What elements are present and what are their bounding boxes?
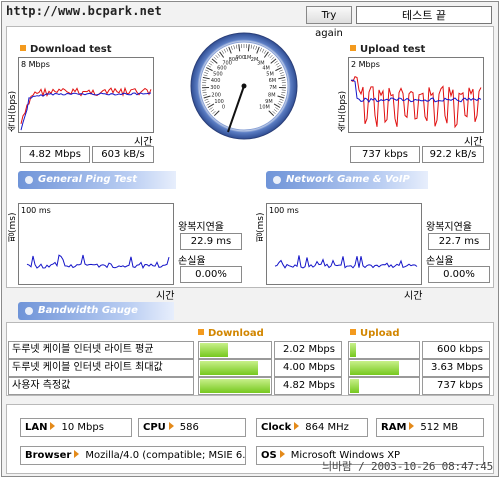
download-value: 4.00 Mbps bbox=[274, 359, 342, 377]
upload-bar bbox=[348, 341, 420, 359]
download-blue-line bbox=[20, 92, 152, 131]
gauge-tick-label: 8M bbox=[268, 92, 276, 98]
download-value: 4.82 Mbps bbox=[274, 377, 342, 395]
ping-graph: 100 ms bbox=[18, 203, 174, 285]
bullet-icon bbox=[350, 45, 356, 51]
bullet-icon bbox=[20, 45, 26, 51]
ping-x-label: 시간 bbox=[156, 291, 175, 302]
upload-kbps: 737 kbps bbox=[350, 146, 420, 163]
gauge-tick-label: 6M bbox=[269, 78, 277, 84]
download-bar-fill bbox=[200, 343, 229, 357]
arrow-icon bbox=[168, 422, 174, 430]
gauge-tick-label: 7M bbox=[269, 85, 277, 91]
bullet-icon bbox=[350, 329, 356, 335]
clock-info: Clock 864 MHz bbox=[256, 418, 368, 437]
gauge-tick-label: 300 bbox=[210, 85, 220, 91]
download-bar-fill bbox=[200, 379, 270, 393]
upload-graph-lines bbox=[350, 76, 482, 129]
speed-gauge: 01002003004005006007008009001M 2M3M4M5M6M… bbox=[190, 32, 298, 140]
ping-latency-label: 왕복지연율 bbox=[178, 222, 224, 233]
arrow-icon bbox=[74, 450, 80, 458]
download-test-title: Download test bbox=[20, 44, 112, 55]
upload-bar-fill bbox=[350, 361, 400, 375]
download-red-line bbox=[20, 86, 152, 125]
upload-bar-fill bbox=[350, 343, 357, 357]
upload-bar bbox=[348, 377, 420, 395]
bandwidth-upload-title: Upload bbox=[350, 328, 399, 339]
gauge-tick-label: 400 bbox=[211, 78, 221, 84]
ping-loss-value: 0.00% bbox=[180, 266, 242, 283]
upload-value: 3.63 Mbps bbox=[422, 359, 490, 377]
gauge-tick-label: 500 bbox=[213, 71, 223, 77]
upload-kbs: 92.2 kB/s bbox=[422, 146, 484, 163]
try-again-button[interactable]: Try again bbox=[306, 6, 352, 39]
game-latency-label: 왕복지연율 bbox=[426, 222, 472, 233]
download-bar-fill bbox=[200, 361, 258, 375]
upload-bar bbox=[348, 359, 420, 377]
ping-loss-label: 손실율 bbox=[178, 256, 206, 267]
game-loss-label: 손실율 bbox=[426, 256, 454, 267]
game-latency-value: 22.7 ms bbox=[428, 233, 490, 250]
download-graph-lines bbox=[20, 86, 152, 131]
upload-graph: 2 Mbps bbox=[348, 57, 484, 133]
download-bar bbox=[198, 359, 272, 377]
signature-timestamp: 늬바람 / 2003-10-26 08:47:45 bbox=[322, 460, 494, 473]
gauge-tick-label: 100 bbox=[214, 99, 224, 105]
download-graph: 8 Mbps bbox=[18, 57, 154, 133]
arrow-icon bbox=[409, 422, 415, 430]
arrow-icon bbox=[50, 422, 56, 430]
ping-graph-lines bbox=[26, 254, 170, 269]
upload-value: 600 kbps bbox=[422, 341, 490, 359]
upload-blue-line bbox=[350, 79, 482, 103]
bandwidth-banner: Bandwidth Gauge bbox=[18, 302, 174, 320]
lan-info: LAN 10 Mbps bbox=[20, 418, 132, 437]
bullet-icon bbox=[198, 329, 204, 335]
gauge-tick-label: 0 bbox=[222, 105, 225, 111]
ping-line bbox=[26, 254, 170, 269]
download-bar bbox=[198, 377, 272, 395]
download-mbps: 4.82 Mbps bbox=[20, 146, 90, 163]
ping-latency-value: 22.9 ms bbox=[180, 233, 242, 250]
ping-test-banner: General Ping Test bbox=[18, 171, 176, 189]
row-label: 두루넷 케이블 인터넷 라이트 평균 bbox=[8, 341, 194, 359]
banner-dot-icon bbox=[25, 176, 33, 184]
ram-info: RAM 512 MB bbox=[376, 418, 484, 437]
browser-info: Browser Mozilla/4.0 (compatible; MSIE 6.0 bbox=[20, 446, 246, 465]
bandwidth-download-title: Download bbox=[198, 328, 264, 339]
game-loss-value: 0.00% bbox=[428, 266, 490, 283]
game-x-label: 시간 bbox=[404, 291, 423, 302]
cpu-info: CPU 586 bbox=[138, 418, 246, 437]
game-test-banner: Network Game & VoIP Test bbox=[266, 171, 428, 203]
row-label: 사용자 측정값 bbox=[8, 377, 194, 395]
game-graph: 100 ms bbox=[266, 203, 422, 285]
arrow-icon bbox=[294, 422, 300, 430]
download-kbs: 603 kB/s bbox=[92, 146, 154, 163]
arrow-icon bbox=[279, 450, 285, 458]
gauge-tick-label: 5M bbox=[266, 71, 274, 77]
upload-value: 737 kbps bbox=[422, 377, 490, 395]
watermark-url: http://www.bcpark.net bbox=[6, 4, 162, 18]
row-label: 두루넷 케이블 인터넷 라이트 최대값 bbox=[8, 359, 194, 377]
gauge-tick-label: 10M bbox=[259, 105, 270, 111]
gauge-tick-label: 200 bbox=[211, 92, 221, 98]
upload-bar-fill bbox=[350, 379, 359, 393]
download-bar bbox=[198, 341, 272, 359]
game-graph-lines bbox=[274, 255, 418, 269]
game-line bbox=[274, 255, 418, 269]
banner-dot-icon bbox=[273, 176, 281, 184]
download-value: 2.02 Mbps bbox=[274, 341, 342, 359]
test-status-field: 테스트 끝 bbox=[356, 6, 492, 24]
upload-test-title: Upload test bbox=[350, 44, 425, 55]
banner-dot-icon bbox=[25, 307, 33, 315]
gauge-hub bbox=[241, 83, 247, 89]
